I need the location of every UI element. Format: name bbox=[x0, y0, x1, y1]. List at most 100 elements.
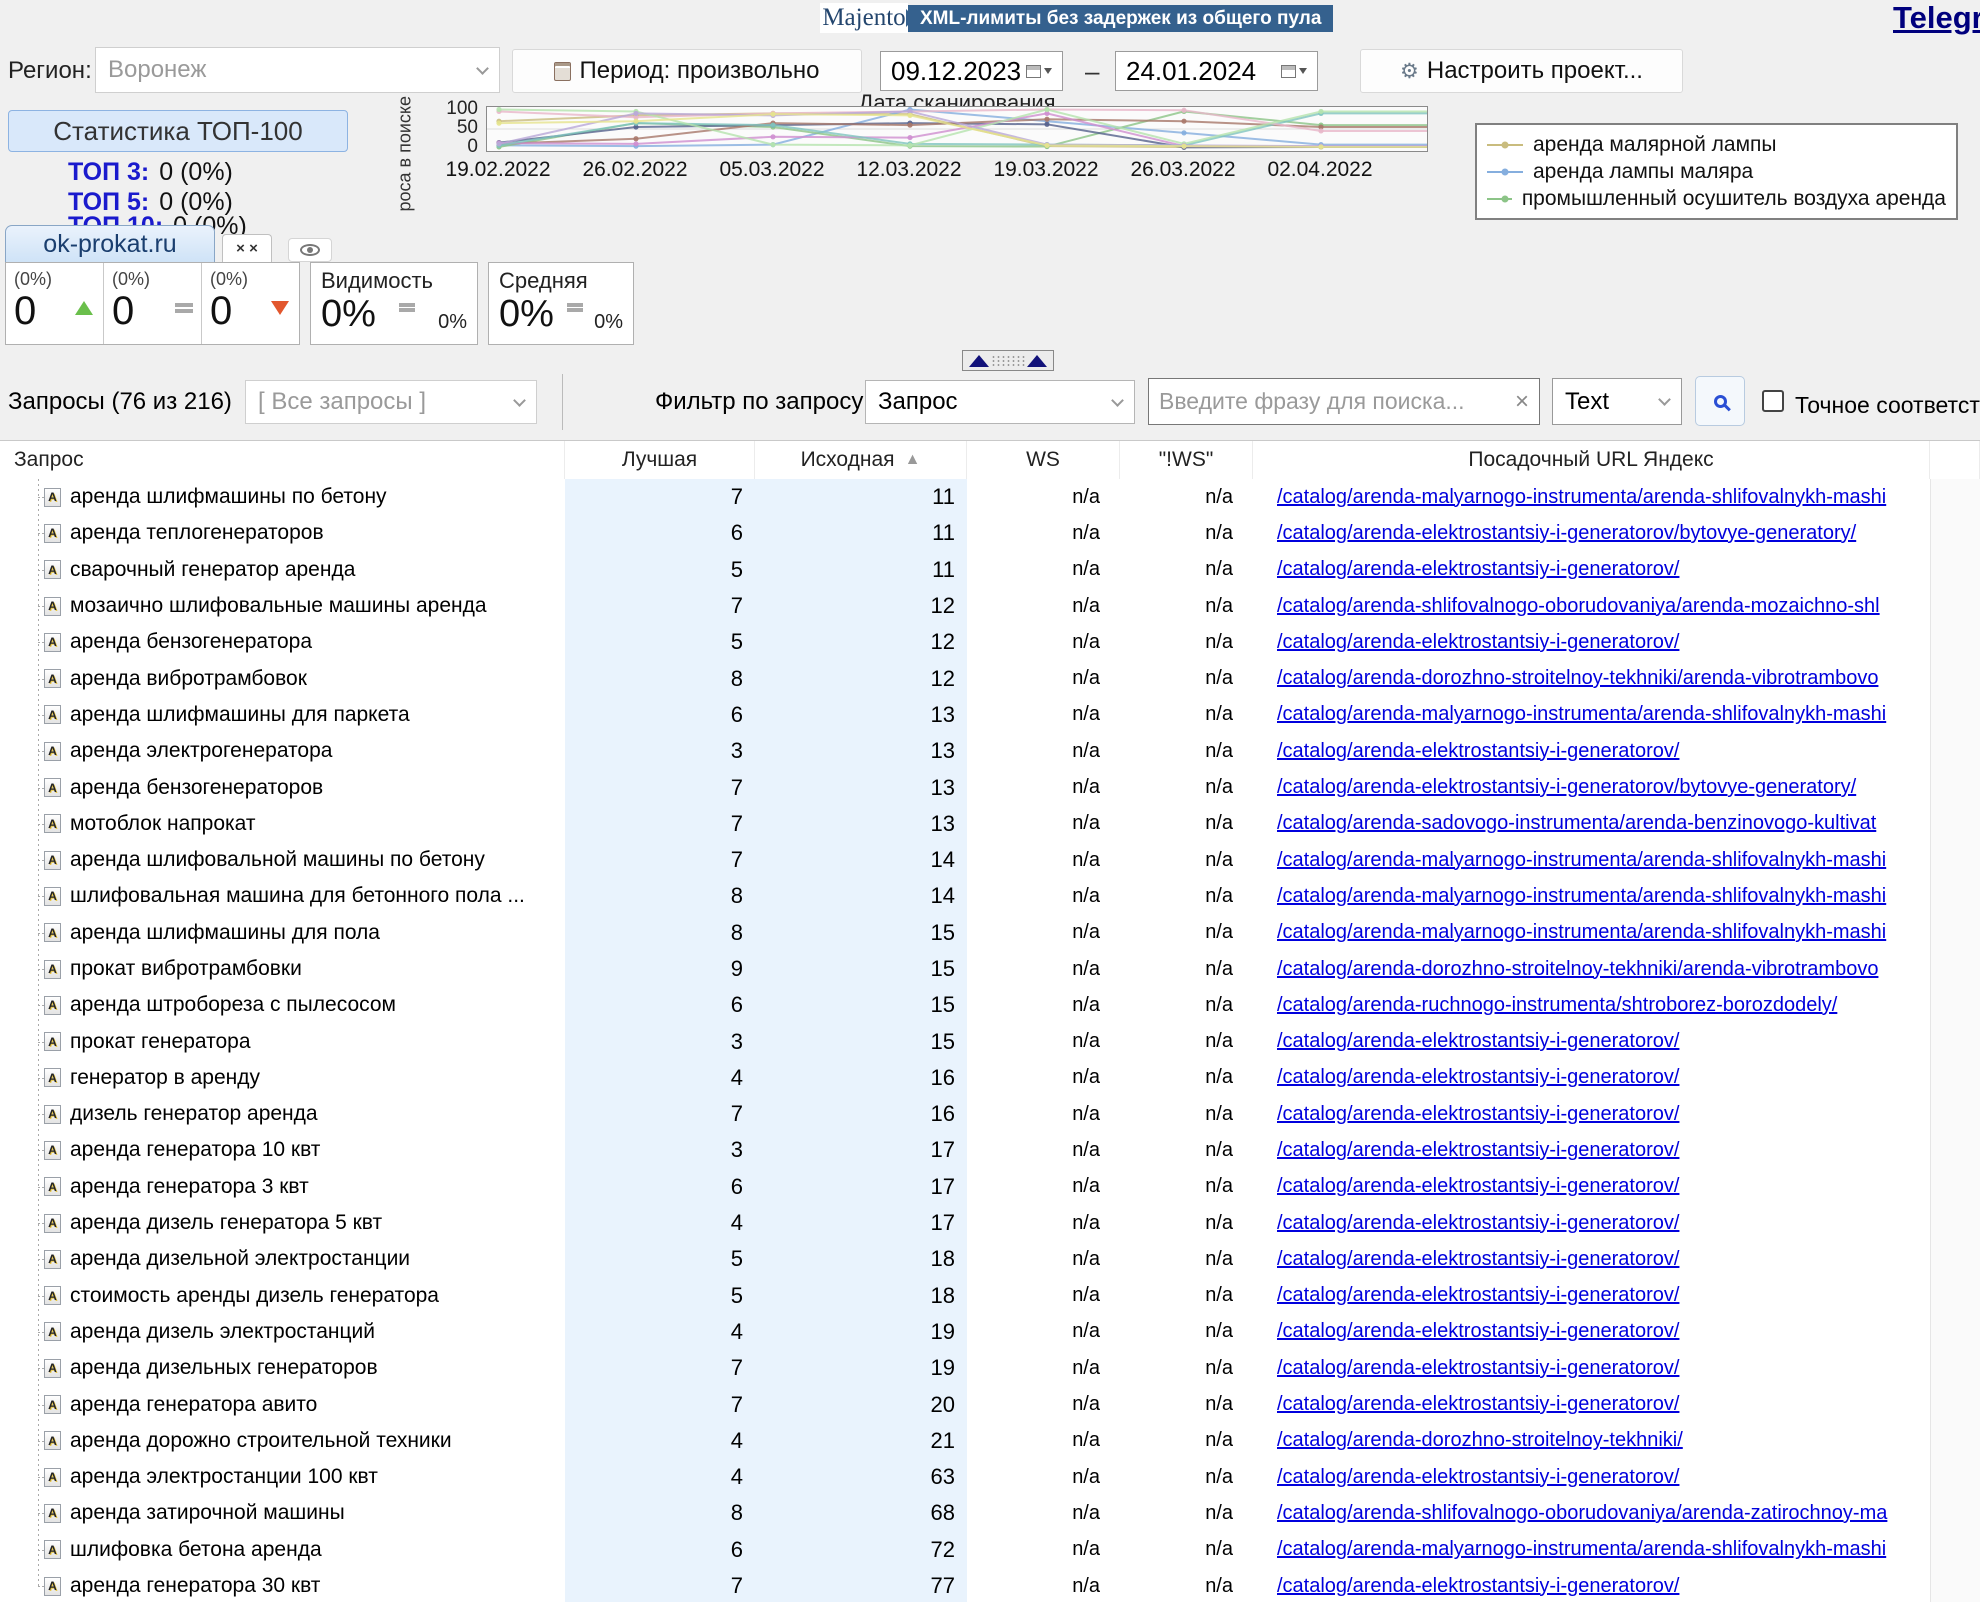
query-page-icon[interactable]: A bbox=[44, 887, 61, 906]
landing-url-link[interactable]: /catalog/arenda-shlifovalnogo-oborudovan… bbox=[1277, 595, 1880, 618]
query-page-icon[interactable]: A bbox=[44, 705, 61, 724]
table-row[interactable]: Aпрокат генератора315n/an/a/catalog/aren… bbox=[0, 1023, 1980, 1059]
landing-url-link[interactable]: /catalog/arenda-sadovogo-instrumenta/are… bbox=[1277, 812, 1876, 835]
landing-url-link[interactable]: /catalog/arenda-elektrostantsiy-i-genera… bbox=[1277, 558, 1679, 581]
table-row[interactable]: Aпрокат вибротрамбовки915n/an/a/catalog/… bbox=[0, 951, 1980, 987]
landing-url-link[interactable]: /catalog/arenda-malyarnogo-instrumenta/a… bbox=[1277, 885, 1886, 908]
query-page-icon[interactable]: A bbox=[44, 814, 61, 833]
column-header-initial[interactable]: Исходная▲ bbox=[755, 441, 967, 479]
table-row[interactable]: Aаренда шлифмашины для паркета613n/an/a/… bbox=[0, 697, 1980, 733]
table-row[interactable]: Aаренда шлифовальной машины по бетону714… bbox=[0, 842, 1980, 878]
landing-url-link[interactable]: /catalog/arenda-elektrostantsiy-i-genera… bbox=[1277, 1320, 1679, 1343]
landing-url-link[interactable]: /catalog/arenda-dorozhno-stroitelnoy-tek… bbox=[1277, 667, 1878, 690]
landing-url-link[interactable]: /catalog/arenda-elektrostantsiy-i-genera… bbox=[1277, 1357, 1679, 1380]
query-page-icon[interactable]: A bbox=[44, 960, 61, 979]
table-row[interactable]: Aаренда затирочной машины868n/an/a/catal… bbox=[0, 1495, 1980, 1531]
table-row[interactable]: Aсварочный генератор аренда511n/an/a/cat… bbox=[0, 552, 1980, 588]
table-row[interactable]: Aаренда генератора 3 квт617n/an/a/catalo… bbox=[0, 1169, 1980, 1205]
table-row[interactable]: Aаренда электростанции 100 квт463n/an/a/… bbox=[0, 1459, 1980, 1495]
table-row[interactable]: Aдизель генератор аренда716n/an/a/catalo… bbox=[0, 1096, 1980, 1132]
date-to-input[interactable]: 24.01.2024 bbox=[1115, 51, 1318, 91]
filter-field-select[interactable]: Запрос bbox=[865, 380, 1135, 424]
query-page-icon[interactable]: A bbox=[44, 1214, 61, 1233]
landing-url-link[interactable]: /catalog/arenda-malyarnogo-instrumenta/a… bbox=[1277, 1538, 1886, 1561]
table-row[interactable]: Aаренда бензогенераторов713n/an/a/catalo… bbox=[0, 769, 1980, 805]
table-row[interactable]: Aаренда штробореза с пылесосом615n/an/a/… bbox=[0, 987, 1980, 1023]
search-mode-select[interactable]: Text bbox=[1552, 378, 1682, 425]
table-row[interactable]: Aаренда дизельных генераторов719n/an/a/c… bbox=[0, 1350, 1980, 1386]
search-input[interactable]: Введите фразу для поиска... × bbox=[1148, 378, 1540, 425]
query-group-select[interactable]: [ Все запросы ] bbox=[245, 380, 537, 424]
landing-url-link[interactable]: /catalog/arenda-malyarnogo-instrumenta/a… bbox=[1277, 849, 1886, 872]
landing-url-link[interactable]: /catalog/arenda-malyarnogo-instrumenta/a… bbox=[1277, 921, 1886, 944]
landing-url-link[interactable]: /catalog/arenda-elektrostantsiy-i-genera… bbox=[1277, 1248, 1679, 1271]
query-page-icon[interactable]: A bbox=[44, 669, 61, 688]
query-page-icon[interactable]: A bbox=[44, 1177, 61, 1196]
top100-stats-button[interactable]: Статистика ТОП-100 bbox=[8, 110, 348, 152]
search-button[interactable] bbox=[1695, 376, 1745, 426]
query-page-icon[interactable]: A bbox=[44, 851, 61, 870]
column-header-nws[interactable]: "!WS" bbox=[1120, 441, 1253, 479]
column-header-best[interactable]: Лучшая bbox=[565, 441, 755, 479]
chart-plot[interactable] bbox=[486, 106, 1428, 152]
telegram-link[interactable]: Telegr bbox=[1893, 0, 1980, 36]
landing-url-link[interactable]: /catalog/arenda-elektrostantsiy-i-genera… bbox=[1277, 776, 1856, 799]
tab-close-buttons[interactable]: × × bbox=[222, 234, 272, 262]
table-row[interactable]: Aаренда генератора авито720n/an/a/catalo… bbox=[0, 1386, 1980, 1422]
xml-limits-badge[interactable]: XML-лимиты без задержек из общего пула bbox=[908, 5, 1333, 32]
query-page-icon[interactable]: A bbox=[44, 1286, 61, 1305]
query-page-icon[interactable]: A bbox=[44, 742, 61, 761]
query-page-icon[interactable]: A bbox=[44, 1141, 61, 1160]
table-row[interactable]: Aаренда дорожно строительной техники421n… bbox=[0, 1423, 1980, 1459]
table-row[interactable]: Aаренда генератора 30 квт777n/an/a/catal… bbox=[0, 1568, 1980, 1602]
landing-url-link[interactable]: /catalog/arenda-elektrostantsiy-i-genera… bbox=[1277, 1103, 1679, 1126]
query-page-icon[interactable]: A bbox=[44, 1032, 61, 1051]
landing-url-link[interactable]: /catalog/arenda-elektrostantsiy-i-genera… bbox=[1277, 631, 1679, 654]
table-row[interactable]: Aшлифовальная машина для бетонного пола … bbox=[0, 878, 1980, 914]
query-page-icon[interactable]: A bbox=[44, 1105, 61, 1124]
query-page-icon[interactable]: A bbox=[44, 1577, 61, 1596]
table-row[interactable]: Aстоимость аренды дизель генератора518n/… bbox=[0, 1278, 1980, 1314]
landing-url-link[interactable]: /catalog/arenda-elektrostantsiy-i-genera… bbox=[1277, 1030, 1679, 1053]
landing-url-link[interactable]: /catalog/arenda-ruchnogo-instrumenta/sht… bbox=[1277, 994, 1837, 1017]
landing-url-link[interactable]: /catalog/arenda-elektrostantsiy-i-genera… bbox=[1277, 1066, 1679, 1089]
landing-url-link[interactable]: /catalog/arenda-dorozhno-stroitelnoy-tek… bbox=[1277, 1429, 1683, 1452]
landing-url-link[interactable]: /catalog/arenda-shlifovalnogo-oborudovan… bbox=[1277, 1502, 1887, 1525]
query-page-icon[interactable]: A bbox=[44, 1540, 61, 1559]
query-page-icon[interactable]: A bbox=[44, 488, 61, 507]
query-page-icon[interactable]: A bbox=[44, 560, 61, 579]
query-page-icon[interactable]: A bbox=[44, 1468, 61, 1487]
period-button[interactable]: Период: произвольно bbox=[512, 49, 862, 93]
table-row[interactable]: Aаренда дизель электростанций419n/an/a/c… bbox=[0, 1314, 1980, 1350]
clear-icon[interactable]: × bbox=[1515, 388, 1529, 416]
table-row[interactable]: Aаренда шлифмашины для пола815n/an/a/cat… bbox=[0, 915, 1980, 951]
table-row[interactable]: Aгенератор в аренду416n/an/a/catalog/are… bbox=[0, 1060, 1980, 1096]
exact-match-checkbox[interactable] bbox=[1762, 390, 1784, 412]
query-page-icon[interactable]: A bbox=[44, 597, 61, 616]
table-row[interactable]: Aаренда бензогенератора512n/an/a/catalog… bbox=[0, 624, 1980, 660]
query-page-icon[interactable]: A bbox=[44, 1322, 61, 1341]
query-page-icon[interactable]: A bbox=[44, 1068, 61, 1087]
landing-url-link[interactable]: /catalog/arenda-elektrostantsiy-i-genera… bbox=[1277, 1466, 1679, 1489]
query-page-icon[interactable]: A bbox=[44, 923, 61, 942]
query-page-icon[interactable]: A bbox=[44, 1504, 61, 1523]
region-select[interactable]: Воронеж bbox=[95, 47, 500, 93]
landing-url-link[interactable]: /catalog/arenda-elektrostantsiy-i-genera… bbox=[1277, 1284, 1679, 1307]
collapse-panel-control[interactable] bbox=[962, 350, 1054, 371]
table-row[interactable]: Aшлифовка бетона аренда672n/an/a/catalog… bbox=[0, 1532, 1980, 1568]
query-page-icon[interactable]: A bbox=[44, 633, 61, 652]
visibility-toggle-button[interactable] bbox=[288, 238, 332, 262]
landing-url-link[interactable]: /catalog/arenda-elektrostantsiy-i-genera… bbox=[1277, 1212, 1679, 1235]
table-row[interactable]: Aаренда генератора 10 квт317n/an/a/catal… bbox=[0, 1132, 1980, 1168]
landing-url-link[interactable]: /catalog/arenda-malyarnogo-instrumenta/a… bbox=[1277, 486, 1886, 509]
query-page-icon[interactable]: A bbox=[44, 996, 61, 1015]
query-page-icon[interactable]: A bbox=[44, 1431, 61, 1450]
column-header-query[interactable]: Запрос bbox=[0, 441, 565, 479]
query-page-icon[interactable]: A bbox=[44, 1250, 61, 1269]
query-page-icon[interactable]: A bbox=[44, 778, 61, 797]
datepicker-icon[interactable] bbox=[1281, 65, 1307, 78]
landing-url-link[interactable]: /catalog/arenda-elektrostantsiy-i-genera… bbox=[1277, 1393, 1679, 1416]
table-row[interactable]: Aаренда дизельной электростанции518n/an/… bbox=[0, 1241, 1980, 1277]
landing-url-link[interactable]: /catalog/arenda-elektrostantsiy-i-genera… bbox=[1277, 1139, 1679, 1162]
query-page-icon[interactable]: A bbox=[44, 1395, 61, 1414]
